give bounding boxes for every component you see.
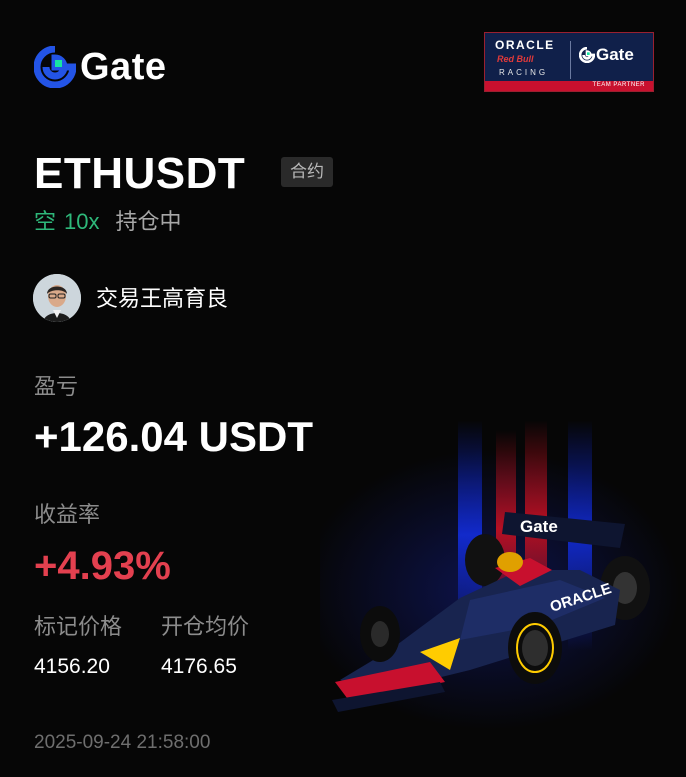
svg-text:Gate: Gate [520,517,558,536]
gate-logo-icon [34,46,76,88]
timestamp: 2025-09-24 21:58:00 [34,732,211,753]
gate-logo: Gate [34,46,166,88]
pnl-value: +126.04 USDT [34,413,313,460]
team-partner-badge: ORACLE Red Bull RACING Gate TEAM PARTNER [484,32,654,92]
partner-redbull-text: Red Bull [497,54,534,64]
trader-name: 交易王高育良 [96,286,229,311]
partner-oracle-text: ORACLE [495,38,555,52]
partner-gate-text: Gate [596,45,634,64]
partner-footer-text: TEAM PARTNER [592,82,645,88]
roi-value: +4.93% [34,544,171,588]
pnl-label: 盈亏 [34,374,79,399]
position-status: 持仓中 [115,209,182,234]
entry-price-value: 4176.65 [161,655,237,678]
roi-label: 收益率 [34,502,101,527]
trading-pair: ETHUSDT [34,149,246,198]
partner-racing-text: RACING [499,68,549,77]
partner-footer-strip: TEAM PARTNER [485,81,653,91]
partner-divider [570,41,571,79]
share-card: Gate ORACLE Red Bull RACING Gate TEAM PA… [0,0,686,777]
mark-price-value: 4156.20 [34,655,110,678]
position-leverage: 10x [64,209,100,234]
gate-logo-text: Gate [80,46,167,88]
partner-gate-logo: Gate [579,45,634,65]
contract-type-tag: 合约 [281,157,333,187]
gate-logo-icon [579,47,595,63]
mark-price-label: 标记价格 [34,614,123,639]
trader-avatar [33,274,81,322]
entry-price-label: 开仓均价 [161,614,250,639]
f1-car-image: Gate ORACLE [320,420,680,730]
position-direction: 空 [34,209,57,234]
position-info: 空 10x 持仓中 [34,208,182,236]
